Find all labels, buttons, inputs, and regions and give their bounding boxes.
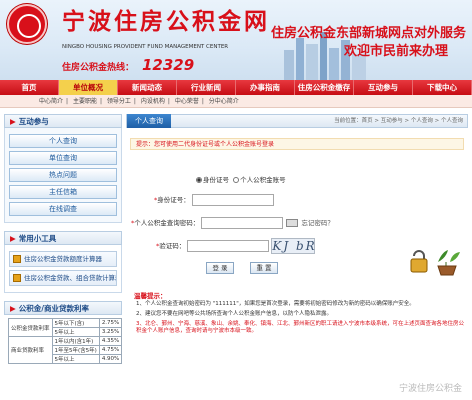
nav-item-interact[interactable]: 互动参与 — [354, 80, 413, 95]
rates-panel-header: ▶ 公积金/商业贷款利率 — [4, 301, 122, 315]
nav-item-deposit[interactable]: 住房公积金缴存 — [295, 80, 354, 95]
forgot-password-link[interactable]: 忘记密码？ — [301, 219, 334, 227]
watermark: 宁波住房公积金 — [398, 384, 462, 394]
rate-category: 公积金贷款利率 — [8, 318, 53, 337]
loan-amount-calculator-link[interactable]: 住房公积金贷款额度计算器 — [9, 251, 117, 267]
password-label: 个人公积金查询密码： — [134, 219, 200, 227]
director-mailbox-button[interactable]: 主任信箱 — [9, 185, 117, 199]
login-type-radio-group: 身份证号 个人公积金账号 — [196, 174, 286, 184]
main-content: 个人查询 当前位置：首页 > 互动参与 > 个人查询 > 个人查询 提示：您可使… — [126, 114, 468, 400]
nav-item-download[interactable]: 下载中心 — [413, 80, 472, 95]
id-number-label: 身份证号： — [157, 196, 190, 204]
loan-amount-calculator-label: 住房公积金贷款额度计算器 — [24, 255, 102, 263]
site-title: 宁波住房公积金网 — [62, 8, 270, 35]
rates-table: 公积金贷款利率 5年以下(含) 2.75% 5年以上 3.25% 商业贷款利率 1年以内… — [8, 318, 123, 364]
keyboard-icon[interactable] — [286, 219, 299, 227]
sidebar: ▶ 互动参与 个人查询 单位查询 热点问题 主任信箱 在线调查 ▶ 常用小工具 住房… — [4, 114, 123, 400]
tip-1: 1、个人公积金查询初始密码为 "111111"，如果您是首次登录，需要将初始密码… — [136, 301, 415, 307]
rate-category: 商业贷款利率 — [8, 336, 53, 364]
calculator-icon — [13, 255, 21, 263]
id-number-input[interactable] — [191, 194, 274, 206]
tips-title: 温馨提示： — [134, 292, 167, 300]
rate-value: 4.35% — [98, 336, 123, 346]
nav-item-overview[interactable]: 单位概况 — [59, 80, 118, 95]
id-number-row: *身份证号： — [154, 194, 274, 206]
triangle-icon: ▶ — [10, 304, 16, 313]
subnav-item-branches[interactable]: 分中心简介 — [209, 98, 239, 105]
subnav-item-duties[interactable]: 主要职能 — [73, 98, 97, 105]
tools-panel-header: ▶ 常用小工具 — [4, 231, 122, 245]
rate-term: 5年以上 — [51, 354, 100, 364]
subnav-item-honors[interactable]: 中心荣誉 — [175, 98, 199, 105]
personal-query-button[interactable]: 个人查询 — [9, 134, 117, 148]
tools-list: 住房公积金贷款额度计算器 住房公积金贷款、组合贷款计算器 — [4, 245, 122, 293]
interact-button-list: 个人查询 单位查询 热点问题 主任信箱 在线调查 — [4, 128, 122, 223]
slogan-line-2: 欢迎市民前来办理 — [343, 44, 448, 59]
tab-personal-query[interactable]: 个人查询 — [127, 114, 171, 128]
calculator-icon — [13, 274, 21, 282]
logo-seal-icon — [7, 4, 47, 44]
company-query-button[interactable]: 单位查询 — [9, 151, 117, 165]
captcha-row: *验证码： KJ bR — [156, 238, 316, 254]
site-subtitle: NINGBO HOUSING PROVIDENT FUND MANAGEMENT… — [62, 44, 229, 50]
rates-panel-title: 公积金/商业贷款利率 — [18, 304, 90, 313]
nav-item-industry-news[interactable]: 行业新闻 — [177, 80, 236, 95]
interact-panel-title: 互动参与 — [18, 117, 49, 126]
rate-value: 4.75% — [98, 345, 123, 355]
nav-item-home[interactable]: 首页 — [0, 80, 59, 95]
rate-value: 2.75% — [98, 318, 123, 328]
rate-term: 5年以下(含) — [51, 318, 100, 328]
captcha-image[interactable]: KJ bR — [271, 238, 316, 254]
triangle-icon: ▶ — [10, 234, 16, 243]
rate-term: 1年以内(含1年) — [51, 336, 100, 346]
table-row: 商业贷款利率 1年以内(含1年) 4.35% — [8, 336, 123, 364]
subnav-item-intro[interactable]: 中心简介 — [39, 98, 63, 105]
rate-value: 3.25% — [98, 327, 123, 337]
radio-account-number-label: 个人公积金账号 — [240, 176, 286, 184]
captcha-label: 验证码： — [159, 242, 186, 250]
radio-account-number[interactable] — [233, 177, 240, 183]
subnav-item-leaders[interactable]: 领导分工 — [107, 98, 131, 105]
rate-term: 1年至5年(含5年) — [51, 345, 100, 355]
captcha-input[interactable] — [187, 240, 270, 252]
password-row: *个人公积金查询密码： 忘记密码？ — [131, 217, 334, 229]
rate-term: 5年以上 — [51, 327, 100, 337]
hotline-number: 12329 — [142, 56, 195, 74]
hot-issues-button[interactable]: 热点问题 — [9, 168, 117, 182]
lock-and-plant-icon — [410, 250, 460, 276]
radio-id-card-label: 身份证号 — [203, 176, 229, 184]
main-nav: 首页 单位概况 新闻动态 行业新闻 办事指南 住房公积金缴存 互动参与 下载中心 — [0, 80, 472, 95]
online-survey-button[interactable]: 在线调查 — [9, 202, 117, 216]
page: 宁波住房公积金网 NINGBO HOUSING PROVIDENT FUND M… — [0, 0, 472, 400]
site-header: 宁波住房公积金网 NINGBO HOUSING PROVIDENT FUND M… — [0, 0, 472, 80]
reset-button[interactable]: 重 置 — [250, 262, 278, 274]
sub-nav: 中心简介 | 主要职能 | 领导分工 | 内设机构 | 中心荣誉 | 分中心简介 — [0, 95, 472, 108]
tip-2: 2、建议您不要在网吧等公共场所查询个人公积金账户信息，以防个人隐私泄露。 — [136, 311, 333, 317]
tip-3: 3、北仑、鄞州、宁海、慈溪、象山、余姚、奉化、镇海、江北、鄞州新区的职工请进入宁… — [136, 321, 465, 334]
subnav-item-departments[interactable]: 内设机构 — [141, 98, 165, 105]
combined-loan-calculator-label: 住房公积金贷款、组合贷款计算器 — [24, 274, 117, 282]
rate-value: 4.90% — [98, 354, 123, 364]
table-row: 公积金贷款利率 5年以下(含) 2.75% — [8, 318, 123, 337]
main-header: 个人查询 当前位置：首页 > 互动参与 > 个人查询 > 个人查询 — [126, 114, 468, 128]
hotline-label: 住房公积金热线： — [62, 63, 135, 73]
breadcrumb: 当前位置：首页 > 互动参与 > 个人查询 > 个人查询 — [334, 118, 463, 124]
combined-loan-calculator-link[interactable]: 住房公积金贷款、组合贷款计算器 — [9, 270, 117, 286]
triangle-icon: ▶ — [10, 117, 16, 126]
interact-panel-header: ▶ 互动参与 — [4, 114, 122, 128]
nav-item-guide[interactable]: 办事指南 — [236, 80, 295, 95]
password-input[interactable] — [201, 217, 284, 229]
nav-item-news[interactable]: 新闻动态 — [118, 80, 177, 95]
radio-id-card[interactable] — [196, 177, 202, 183]
login-button[interactable]: 登 录 — [206, 262, 234, 274]
login-notice: 提示：您可使用二代身份证号或个人公积金账号登录 — [130, 138, 464, 150]
slogan-line-1: 住房公积金东部新城网点对外服务 — [270, 26, 466, 41]
tools-panel-title: 常用小工具 — [18, 234, 57, 243]
